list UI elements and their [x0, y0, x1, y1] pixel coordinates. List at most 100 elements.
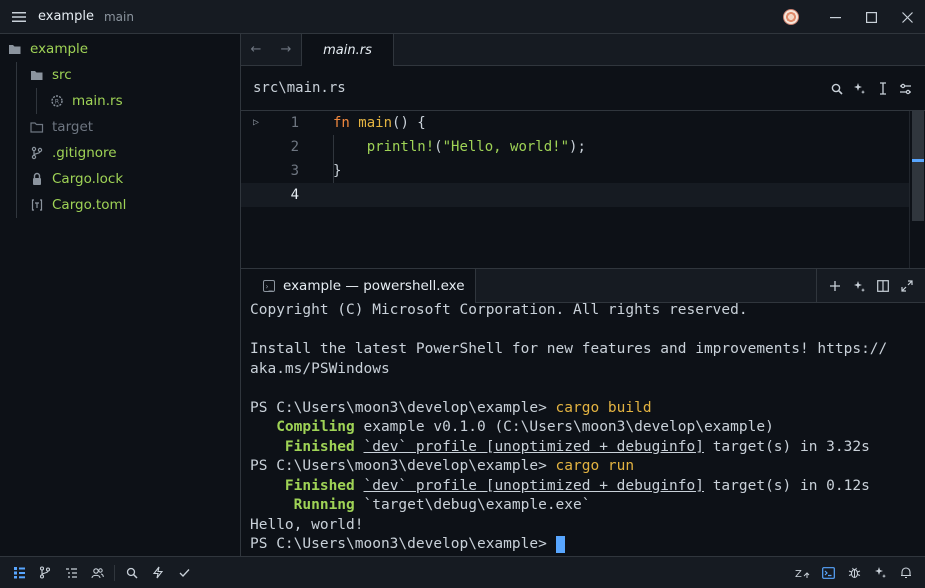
status-bar: Z — [0, 556, 925, 588]
plus-icon[interactable] — [823, 280, 847, 292]
status-label: Running — [250, 497, 355, 513]
output-text: example v0.1.0 (C:\Users\moon3\develop\e… — [354, 419, 774, 435]
text-cursor-icon[interactable] — [871, 82, 894, 95]
code-line[interactable]: 3 } — [241, 159, 909, 183]
tab-main-rs[interactable]: main.rs — [302, 34, 394, 67]
indent-guide — [36, 88, 37, 114]
assistant-sparkle-icon[interactable] — [867, 566, 893, 579]
tree-item-cargo-lock[interactable]: Cargo.lock — [0, 166, 240, 192]
terminal-tab-title: example — powershell.exe — [283, 278, 465, 294]
editor-scrollbar[interactable] — [909, 111, 925, 268]
history-nav: ← → — [241, 34, 302, 65]
terminal-output[interactable]: Copyright (C) Microsoft Corporation. All… — [241, 302, 925, 556]
divider — [114, 564, 115, 581]
folder-open-icon — [30, 68, 44, 82]
keyword-token: fn — [333, 115, 350, 131]
project-panel-icon[interactable] — [6, 566, 32, 579]
toml-file-icon — [30, 198, 44, 212]
status-label: Compiling — [250, 419, 355, 435]
git-branch-icon[interactable] — [32, 566, 58, 579]
punct-token: ); — [569, 139, 586, 155]
code-line[interactable]: ▷ 1 fn main() { — [241, 111, 909, 135]
maximize-icon[interactable] — [853, 0, 889, 34]
lock-icon — [30, 172, 44, 186]
code-text: fn main() { — [333, 115, 426, 131]
terminal-line: Install the latest PowerShell for new fe… — [250, 341, 888, 357]
string-token: "Hello, world!" — [442, 139, 570, 155]
terminal-line: aka.ms/PSWindows — [250, 360, 390, 377]
folder-icon — [30, 120, 44, 134]
punct-token: () { — [392, 115, 426, 131]
settings-sliders-icon[interactable] — [894, 83, 917, 95]
indent-guide — [16, 114, 17, 140]
terminal-icon: ›_ — [263, 280, 275, 292]
terminal-line: Finished `dev` profile [unoptimized + de… — [250, 438, 925, 458]
code-editor[interactable]: ▷ 1 fn main() { 2 println!("Hello, world… — [241, 111, 925, 268]
punct-token: ( — [434, 139, 443, 155]
command-text: cargo build — [555, 399, 652, 416]
svg-text:Z: Z — [795, 569, 802, 579]
breadcrumb-path[interactable]: src\main.rs — [253, 80, 346, 96]
rust-file-icon: R — [50, 94, 64, 108]
scrollbar-thumb[interactable] — [912, 111, 924, 221]
close-icon[interactable] — [889, 0, 925, 34]
project-panel: example src R main.rs target .gitignore — [0, 34, 241, 556]
search-icon[interactable] — [825, 83, 848, 95]
arrow-right-icon[interactable]: → — [281, 42, 292, 57]
indent-guide — [333, 135, 334, 183]
search-icon[interactable] — [119, 567, 145, 579]
scrollbar-cursor-marker — [912, 159, 924, 162]
tab-terminal[interactable]: ›_ example — powershell.exe — [241, 269, 476, 303]
lightning-bolt-icon[interactable] — [145, 566, 171, 579]
tree-item-gitignore[interactable]: .gitignore — [0, 140, 240, 166]
indent-guide — [16, 140, 17, 166]
code-text: println!("Hello, world!"); — [333, 139, 586, 155]
tree-item-main-rs[interactable]: R main.rs — [0, 88, 240, 114]
terminal-panel-icon[interactable] — [815, 566, 841, 579]
code-line-active[interactable]: 4 — [241, 183, 909, 207]
tree-item-target[interactable]: target — [0, 114, 240, 140]
assistant-sparkle-icon[interactable] — [847, 280, 871, 293]
profile-text: `dev` profile [unoptimized + debuginfo] — [363, 477, 704, 494]
terminal-line: Hello, world! — [250, 516, 364, 533]
debug-bug-icon[interactable] — [841, 566, 867, 579]
tree-item-label: Cargo.lock — [52, 171, 124, 187]
branch-name[interactable]: main — [104, 10, 134, 24]
collaboration-users-icon[interactable] — [84, 567, 110, 579]
maximize-panel-icon[interactable] — [895, 280, 919, 292]
title-bar: example main — [0, 0, 925, 34]
output-text: target(s) in 0.12s — [703, 477, 870, 494]
code-line[interactable]: 2 println!("Hello, world!"); — [241, 135, 909, 159]
prompt-text: PS C:\Users\moon3\develop\example> — [250, 536, 556, 552]
code-text: } — [333, 163, 342, 179]
tree-item-example[interactable]: example — [0, 36, 240, 62]
tree-item-label: target — [52, 119, 94, 135]
line-number: 2 — [290, 139, 299, 155]
line-number: 3 — [290, 163, 299, 179]
tree-item-src[interactable]: src — [0, 62, 240, 88]
assistant-sparkle-icon[interactable] — [848, 82, 871, 95]
function-token: main — [358, 115, 393, 131]
indent-guide — [16, 192, 17, 218]
edit-predictions-icon[interactable]: Z — [789, 567, 815, 579]
terminal-cursor — [555, 535, 565, 553]
minimize-icon[interactable] — [817, 0, 853, 34]
outline-list-icon[interactable] — [58, 567, 84, 579]
tree-item-cargo-toml[interactable]: Cargo.toml — [0, 192, 240, 218]
split-pane-icon[interactable] — [871, 280, 895, 292]
output-text: target(s) in 3.32s — [703, 438, 870, 455]
svg-text:R: R — [55, 99, 59, 106]
notification-bell-icon[interactable] — [893, 566, 919, 579]
checkmark-icon[interactable] — [171, 568, 197, 578]
tree-item-label: example — [30, 41, 89, 57]
terminal-line: PS C:\Users\moon3\develop\example> — [250, 535, 925, 555]
arrow-left-icon[interactable]: ← — [251, 42, 262, 57]
folder-open-icon — [8, 42, 22, 56]
run-gutter-icon[interactable]: ▷ — [253, 117, 265, 128]
project-name[interactable]: example — [38, 9, 94, 24]
tree-item-label: src — [52, 67, 72, 83]
hamburger-menu-icon[interactable] — [0, 0, 38, 34]
avatar[interactable] — [783, 9, 799, 25]
line-number: 4 — [290, 187, 299, 203]
tree-item-label: .gitignore — [52, 145, 117, 161]
